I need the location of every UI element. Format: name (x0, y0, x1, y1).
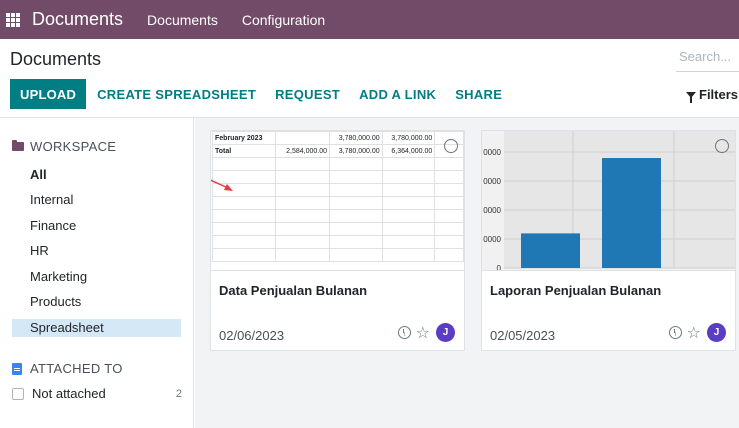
document-card[interactable]: February 2023 3,780,000.00 3,780,000.00 … (210, 130, 465, 351)
apps-menu-icon[interactable] (6, 12, 20, 27)
sidebar-item-hr[interactable]: HR (12, 242, 181, 260)
document-name[interactable]: Data Penjualan Bulanan (219, 283, 367, 298)
folder-icon (12, 140, 24, 151)
documents-kanban: February 2023 3,780,000.00 3,780,000.00 … (195, 118, 739, 428)
attached-to-label: ATTACHED TO (30, 361, 123, 376)
star-icon[interactable]: ☆ (416, 324, 430, 341)
request-button[interactable]: REQUEST (275, 87, 340, 102)
search-input[interactable]: Search... (676, 46, 739, 72)
page-title: Documents (10, 49, 102, 69)
card-actions: ☆ J (668, 323, 726, 342)
upload-button[interactable]: UPLOAD (10, 79, 87, 109)
clock-icon[interactable] (397, 326, 411, 339)
filter-icon (686, 91, 696, 103)
menu-configuration[interactable]: Configuration (242, 12, 325, 28)
menu-documents[interactable]: Documents (147, 12, 218, 28)
sidebar-item-marketing[interactable]: Marketing (12, 268, 181, 286)
spreadsheet-thumbnail[interactable]: February 2023 3,780,000.00 3,780,000.00 … (211, 131, 464, 271)
not-attached-checkbox[interactable] (12, 387, 24, 400)
not-attached-count: 2 (175, 387, 182, 400)
select-circle-icon[interactable] (715, 139, 729, 153)
create-spreadsheet-button[interactable]: CREATE SPREADSHEET (97, 87, 256, 102)
chart-thumbnail[interactable]: 0 0000 0000 0000 0000 (482, 131, 735, 271)
y-tick-label: 0000 (483, 177, 501, 186)
app-brand[interactable]: Documents (32, 9, 123, 30)
sidebar-item-spreadsheet[interactable]: Spreadsheet (12, 319, 181, 337)
sidebar-item-finance[interactable]: Finance (12, 217, 181, 235)
chart-bar (602, 158, 661, 268)
top-navbar: Documents Documents Configuration (0, 0, 739, 39)
workspace-heading-label: WORKSPACE (30, 139, 117, 154)
sidebar-item-all[interactable]: All (12, 166, 181, 184)
not-attached-label: Not attached (32, 386, 106, 401)
filters-button[interactable]: Filters (686, 87, 739, 103)
document-date: 02/06/2023 (219, 328, 285, 343)
y-tick-label: 0000 (483, 235, 501, 244)
chart-bar (521, 233, 580, 268)
y-tick-label: 0000 (483, 148, 501, 157)
filters-label: Filters (699, 87, 739, 102)
action-bar: UPLOAD CREATE SPREADSHEET REQUEST ADD A … (10, 79, 502, 109)
star-icon[interactable]: ☆ (687, 324, 701, 341)
share-button[interactable]: SHARE (455, 87, 502, 102)
attached-to-heading: ATTACHED TO (12, 361, 123, 376)
not-attached-filter[interactable]: Not attached 2 (12, 386, 182, 401)
card-actions: ☆ J (397, 323, 455, 342)
y-tick-label: 0 (497, 264, 502, 271)
sidebar-item-internal[interactable]: Internal (12, 191, 181, 209)
avatar[interactable]: J (707, 323, 726, 342)
bar-chart: 00000000000000000 (483, 131, 735, 271)
avatar[interactable]: J (436, 323, 455, 342)
sidebar-item-products[interactable]: Products (12, 293, 181, 311)
document-name[interactable]: Laporan Penjualan Bulanan (490, 283, 661, 298)
y-tick-label: 0000 (483, 206, 501, 215)
add-link-button[interactable]: ADD A LINK (359, 87, 436, 102)
document-date: 02/05/2023 (490, 328, 556, 343)
red-arrow-icon (211, 179, 233, 191)
workspace-heading: WORKSPACE (12, 139, 116, 154)
sidebar: WORKSPACE All Internal Finance HR Market… (0, 118, 194, 428)
document-icon (12, 362, 22, 375)
select-circle-icon[interactable] (444, 139, 458, 153)
document-card[interactable]: 0 0000 0000 0000 0000 Laporan Penjualan Bula… (481, 130, 736, 351)
clock-icon[interactable] (668, 326, 682, 339)
